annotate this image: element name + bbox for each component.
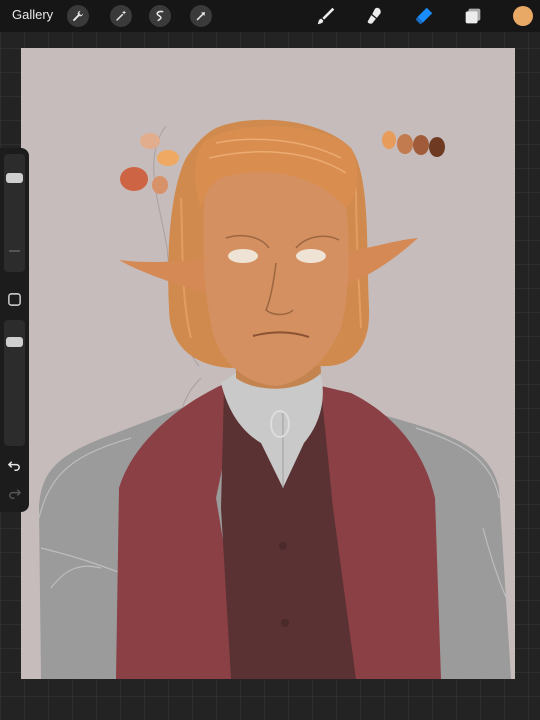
smudge-icon[interactable] bbox=[363, 4, 387, 28]
palette-swatch bbox=[397, 134, 413, 154]
gallery-button[interactable]: Gallery bbox=[12, 7, 53, 22]
brush-icon[interactable] bbox=[314, 4, 338, 28]
palette-swatch bbox=[382, 131, 396, 149]
drawing-canvas[interactable] bbox=[21, 48, 515, 679]
undo-icon[interactable] bbox=[5, 456, 24, 475]
brush-size-handle[interactable] bbox=[6, 173, 23, 183]
palette-swatch bbox=[429, 137, 445, 157]
waistcoat-button bbox=[279, 542, 287, 550]
left-eye bbox=[228, 249, 258, 263]
layers-icon[interactable] bbox=[461, 4, 485, 28]
artwork bbox=[21, 48, 515, 679]
opacity-handle[interactable] bbox=[6, 337, 23, 347]
current-color-swatch[interactable] bbox=[513, 6, 533, 26]
magic-wand-icon[interactable] bbox=[110, 5, 132, 27]
opacity-slider[interactable] bbox=[4, 320, 25, 446]
brush-size-slider[interactable] bbox=[4, 154, 25, 272]
palette-swatch bbox=[413, 135, 429, 155]
redo-icon[interactable] bbox=[5, 484, 24, 503]
palette-swatch bbox=[140, 133, 160, 149]
modify-square-icon[interactable] bbox=[5, 290, 24, 309]
transform-arrow-icon[interactable] bbox=[190, 5, 212, 27]
palette-swatch bbox=[152, 176, 168, 194]
wrench-icon[interactable] bbox=[67, 5, 89, 27]
slider-tick bbox=[9, 250, 20, 252]
top-toolbar: Gallery bbox=[0, 0, 540, 32]
palette-swatch bbox=[120, 167, 148, 191]
palette-swatch bbox=[157, 150, 179, 166]
right-eye bbox=[296, 249, 326, 263]
selection-icon[interactable] bbox=[149, 5, 171, 27]
side-toolbar bbox=[0, 148, 29, 512]
eraser-icon[interactable] bbox=[412, 4, 436, 28]
waistcoat-button bbox=[281, 619, 289, 627]
